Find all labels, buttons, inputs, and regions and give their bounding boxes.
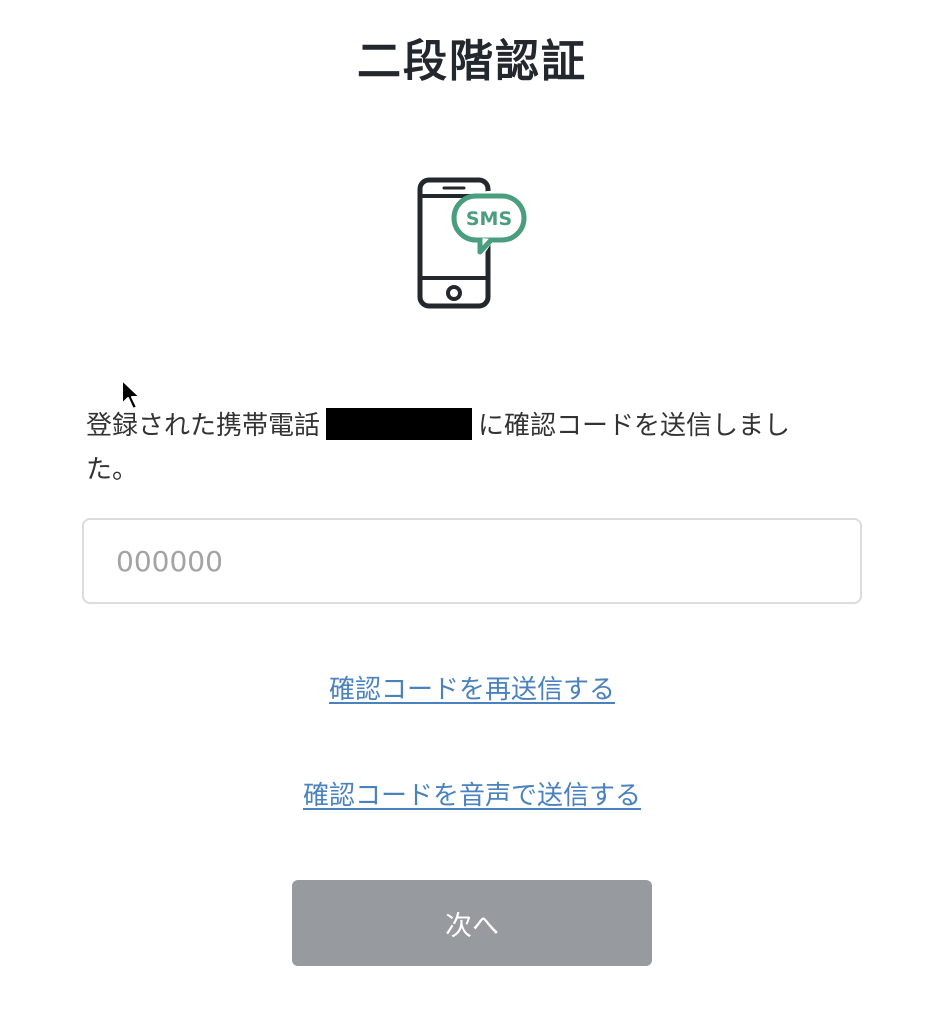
phone-sms-icon: SMS: [414, 176, 530, 312]
resend-link-container: 確認コードを再送信する: [0, 670, 944, 710]
page-title: 二段階認証: [357, 36, 587, 87]
voice-code-link[interactable]: 確認コードを音声で送信する: [303, 781, 641, 811]
redacted-phone-number: [326, 408, 473, 440]
voice-link-container: 確認コードを音声で送信する: [0, 776, 944, 816]
sent-message: 登録された携帯電話 に確認コードを送信しました。: [86, 404, 826, 492]
resend-code-link[interactable]: 確認コードを再送信する: [329, 675, 615, 705]
sms-badge-text: SMS: [466, 208, 512, 230]
message-before-phone: 登録された携帯電話: [86, 411, 321, 441]
next-button[interactable]: 次へ: [292, 880, 652, 966]
verification-code-input[interactable]: [82, 518, 862, 604]
